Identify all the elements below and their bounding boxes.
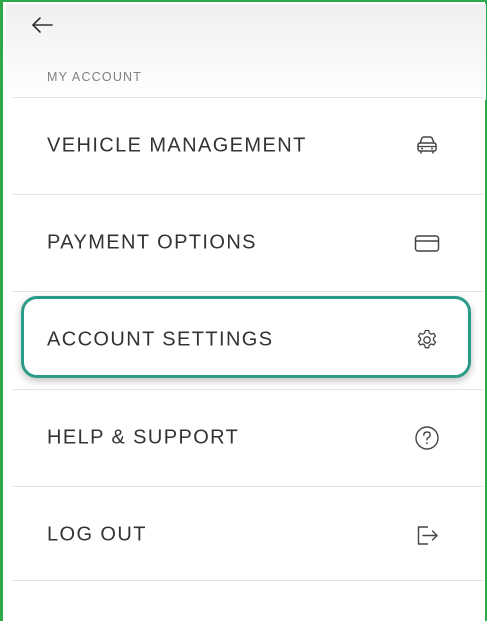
menu-item-label: LOG OUT — [47, 523, 147, 545]
help-circle-icon — [413, 424, 441, 452]
menu-item-label: ACCOUNT SETTINGS — [47, 328, 274, 350]
menu-item-label: PAYMENT OPTIONS — [47, 231, 257, 253]
logout-icon — [413, 521, 441, 549]
menu-item-payment-options[interactable]: PAYMENT OPTIONS — [13, 195, 483, 290]
menu-item-account-settings[interactable]: ACCOUNT SETTINGS — [13, 292, 483, 387]
menu-item-vehicle-management[interactable]: VEHICLE MANAGEMENT — [13, 98, 483, 193]
menu-item-label: VEHICLE MANAGEMENT — [47, 134, 307, 156]
arrow-left-icon — [30, 17, 54, 38]
car-icon — [413, 132, 441, 160]
top-bar — [6, 4, 486, 100]
back-button[interactable] — [30, 16, 66, 42]
menu-item-log-out[interactable]: LOG OUT — [13, 487, 483, 582]
credit-card-icon — [413, 229, 441, 257]
menu-item-help-support[interactable]: HELP & SUPPORT — [13, 390, 483, 485]
gear-icon — [413, 326, 441, 354]
menu-item-label: HELP & SUPPORT — [47, 426, 240, 448]
section-title: MY ACCOUNT — [47, 70, 143, 84]
